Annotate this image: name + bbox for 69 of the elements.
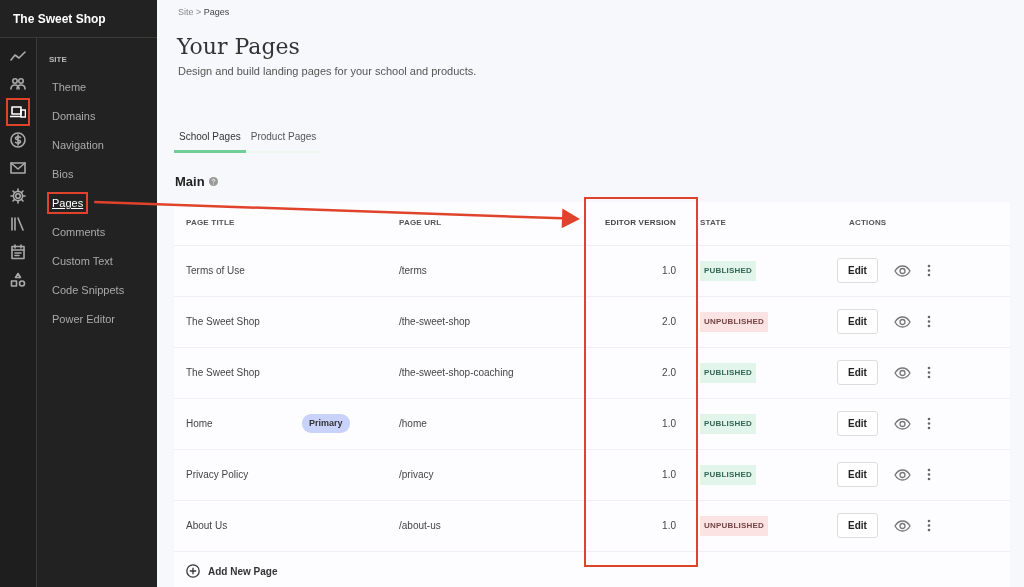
section-title: Main (175, 173, 205, 191)
eye-icon[interactable] (893, 417, 911, 430)
more-icon[interactable] (926, 468, 931, 481)
edit-button[interactable]: Edit (837, 513, 878, 538)
nav-link[interactable]: Navigation (47, 134, 109, 156)
edit-button[interactable]: Edit (837, 360, 878, 385)
table-cell-text: 2.0 (661, 366, 677, 380)
plus-icon (186, 564, 200, 578)
edit-button[interactable]: Edit (837, 309, 878, 334)
table-cell-text: /the-sweet-shop (399, 315, 472, 329)
table-cell-text: /the-sweet-shop-coaching (399, 366, 515, 380)
eye-icon[interactable] (893, 315, 911, 328)
table-cell-text: Home (185, 417, 214, 431)
table-cell-text: /privacy (399, 468, 435, 482)
table-cell-text: 2.0 (661, 315, 677, 329)
eye-icon[interactable] (893, 468, 911, 481)
nav-link[interactable]: Comments (47, 221, 111, 243)
status-badge: PUBLISHED (700, 362, 757, 383)
eye-icon[interactable] (893, 519, 911, 532)
table-cell-text: Terms of Use (185, 264, 246, 278)
nav-link[interactable]: Pages (47, 192, 89, 214)
table-cell-text: /terms (399, 264, 428, 278)
column-header: ACTIONS (848, 217, 888, 229)
eye-icon[interactable] (893, 264, 911, 277)
table-cell-text: 1.0 (661, 468, 677, 482)
help-icon[interactable] (208, 177, 218, 187)
nav-link[interactable]: Power Editor (47, 308, 120, 330)
more-icon[interactable] (926, 417, 931, 430)
more-icon[interactable] (926, 315, 931, 328)
table-cell-text: 1.0 (661, 417, 677, 431)
column-header: EDITOR VERSION (603, 217, 677, 229)
table-cell-text: 1.0 (661, 264, 677, 278)
edit-button[interactable]: Edit (837, 462, 878, 487)
status-badge: PUBLISHED (700, 464, 757, 485)
nav-section-label: SITE (49, 54, 68, 66)
nav-link[interactable]: Bios (47, 163, 79, 185)
page-subtitle: Design and build landing pages for your school and products. (178, 63, 478, 79)
status-badge: UNPUBLISHED (700, 515, 768, 536)
column-header: PAGE TITLE (185, 217, 236, 229)
more-icon[interactable] (926, 366, 931, 379)
table-cell-text: /about-us (399, 519, 442, 533)
devices-icon[interactable] (6, 98, 30, 126)
tab[interactable]: School Pages (174, 126, 246, 153)
add-page-button[interactable]: Add New Page (174, 551, 290, 587)
nav-link[interactable]: Theme (47, 76, 92, 98)
eye-icon[interactable] (893, 366, 911, 379)
status-badge: PUBLISHED (700, 413, 757, 434)
column-header: STATE (699, 217, 728, 229)
edit-button[interactable]: Edit (837, 258, 878, 283)
nav-link[interactable]: Code Snippets (47, 279, 130, 301)
primary-badge: Primary (302, 413, 350, 434)
more-icon[interactable] (926, 264, 931, 277)
table-cell-text: The Sweet Shop (185, 315, 261, 329)
table-cell-text: Privacy Policy (185, 468, 250, 482)
breadcrumb[interactable]: Site > Pages (178, 6, 1010, 20)
edit-button[interactable]: Edit (837, 411, 878, 436)
nav-link[interactable]: Domains (47, 105, 101, 127)
brand-name: The Sweet Shop (13, 10, 106, 28)
tab[interactable]: Product Pages (245, 126, 322, 153)
table-cell-text: /home (399, 417, 428, 431)
status-badge: UNPUBLISHED (700, 311, 768, 332)
status-badge: PUBLISHED (700, 260, 757, 281)
more-icon[interactable] (926, 519, 931, 532)
nav-link[interactable]: Custom Text (47, 250, 118, 272)
table-cell-text: About Us (185, 519, 229, 533)
table-cell-text: 1.0 (661, 519, 677, 533)
table-cell-text: The Sweet Shop (185, 366, 261, 380)
page-title: Your Pages (177, 33, 301, 60)
column-header: PAGE URL (399, 217, 443, 229)
